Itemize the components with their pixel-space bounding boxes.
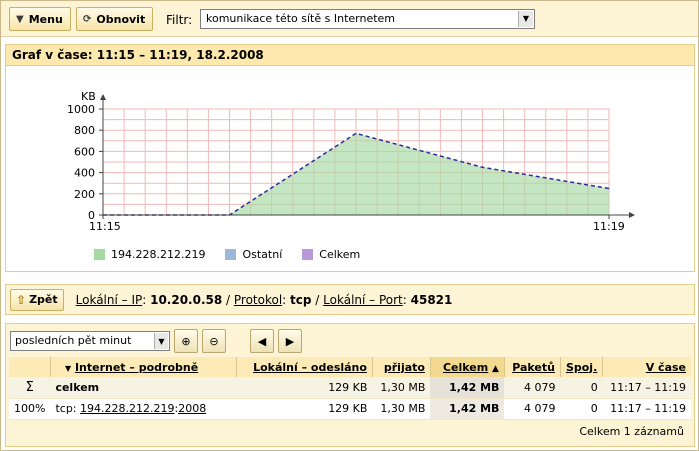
row-host-link[interactable]: 194.228.212.219: [80, 402, 174, 415]
top-toolbar: ▼ Menu ⟳ Obnovit Filtr: komunikace této …: [1, 1, 698, 37]
column-header-label: V čase: [645, 360, 686, 374]
legend-item: 194.228.212.219: [94, 248, 205, 261]
legend-label: Ostatní: [242, 248, 283, 261]
column-header-internet[interactable]: ▼ Internet – podrobně: [50, 357, 237, 377]
menu-label: Menu: [28, 12, 63, 26]
legend-item: Celkem: [302, 248, 360, 261]
menu-button[interactable]: ▼ Menu: [9, 7, 71, 31]
column-header-received[interactable]: přijato: [372, 357, 431, 377]
record-count: Celkem 1 záznamů: [579, 425, 684, 438]
sigma-icon: Σ: [9, 377, 51, 399]
column-header-label: Celkem: [442, 360, 489, 374]
row-percent: 100%: [9, 398, 51, 420]
chevron-down-icon: ▼: [16, 13, 24, 25]
row-host-cell: tcp: 194.228.212.219:2008: [50, 398, 237, 420]
previous-button[interactable]: ◀: [250, 329, 274, 353]
chevron-down-icon: ▼: [64, 363, 72, 373]
column-header-label: Paketů: [512, 360, 555, 374]
zoom-in-icon: ⊕: [181, 334, 191, 348]
row-total: 1,42 MB: [430, 398, 505, 420]
zoom-out-button[interactable]: ⊖: [202, 329, 226, 353]
table-panel: posledních pět minut ▼ ⊕ ⊖ ◀ ▶ ▼ Interne…: [5, 323, 695, 447]
protocol-link[interactable]: Protokol: [234, 293, 282, 307]
total-received: 1,30 MB: [372, 377, 431, 399]
total-total: 1,42 MB: [430, 377, 505, 399]
row-packets: 4 079: [504, 398, 561, 420]
legend-swatch: [302, 249, 314, 260]
local-port-link[interactable]: Lokální – Port: [323, 293, 403, 307]
row-sent: 129 KB: [236, 398, 373, 420]
local-ip-link[interactable]: Lokální – IP: [76, 293, 143, 307]
row-connections: 0: [560, 398, 603, 420]
total-label: celkem: [50, 377, 237, 399]
legend-swatch: [94, 249, 105, 260]
total-packets: 4 079: [504, 377, 561, 399]
legend-label: 194.228.212.219: [111, 248, 206, 261]
zoom-out-icon: ⊖: [209, 334, 219, 348]
legend-swatch: [225, 249, 237, 260]
column-header-sent[interactable]: Lokální – odesláno: [236, 357, 373, 377]
table-row: 100% tcp: 194.228.212.219:2008 129 KB 1,…: [9, 398, 691, 420]
graph-panel: [5, 66, 695, 272]
column-header-label: Lokální – odesláno: [253, 360, 367, 374]
sort-ascending-icon: ▲: [492, 363, 499, 374]
column-header-total[interactable]: Celkem ▲: [430, 357, 505, 377]
table-header-row: ▼ Internet – podrobně Lokální – odesláno…: [9, 357, 691, 377]
chevron-down-icon: ▼: [154, 333, 168, 349]
refresh-button[interactable]: ⟳ Obnovit: [76, 7, 153, 31]
refresh-icon: ⟳: [83, 13, 92, 25]
row-protocol: tcp:: [55, 402, 77, 415]
time-range-select[interactable]: posledních pět minut ▼: [10, 331, 170, 351]
back-button[interactable]: ⇧ Zpět: [10, 288, 64, 311]
graph-title: Graf v čase: 11:15 – 11:19, 18.2.2008: [5, 44, 695, 66]
column-header-blank: [9, 357, 51, 377]
chevron-down-icon: ▼: [518, 11, 533, 27]
time-range-value: posledních pět minut: [15, 334, 132, 347]
row-time: 11:17 – 11:19: [602, 398, 691, 420]
total-connections: 0: [560, 377, 603, 399]
back-label: Zpět: [29, 293, 58, 306]
legend-item: Ostatní: [225, 248, 282, 261]
column-header-label: přijato: [383, 360, 425, 374]
column-header-time[interactable]: V čase: [602, 357, 691, 377]
arrow-up-icon: ⇧: [16, 292, 27, 307]
column-header-packets[interactable]: Paketů: [504, 357, 561, 377]
legend-label: Celkem: [319, 248, 361, 261]
next-button[interactable]: ▶: [278, 329, 302, 353]
local-ip-value: 10.20.0.58: [150, 292, 223, 307]
connection-breadcrumb: Lokální – IP: 10.20.0.58 / Protokol: tcp…: [75, 292, 453, 307]
column-header-connections[interactable]: Spoj.: [560, 357, 604, 377]
column-header-label: Internet – podrobně: [74, 360, 199, 374]
total-sent: 129 KB: [236, 377, 373, 399]
zoom-in-button[interactable]: ⊕: [174, 329, 198, 353]
refresh-label: Obnovit: [96, 12, 146, 26]
chart-legend: 194.228.212.219 Ostatní Celkem: [94, 248, 360, 261]
protocol-value: tcp: [290, 292, 312, 307]
connection-bar: ⇧ Zpět Lokální – IP: 10.20.0.58 / Protok…: [5, 284, 695, 315]
filter-value: komunikace této sítě s Internetem: [206, 12, 396, 25]
triangle-left-icon: ◀: [257, 334, 267, 348]
column-header-label: Spoj.: [565, 360, 598, 374]
total-time: 11:17 – 11:19: [602, 377, 691, 399]
row-port-link[interactable]: 2008: [178, 402, 206, 415]
filter-select[interactable]: komunikace této sítě s Internetem ▼: [200, 9, 535, 29]
traffic-table: ▼ Internet – podrobně Lokální – odesláno…: [9, 357, 691, 420]
table-total-row: Σ celkem 129 KB 1,30 MB 1,42 MB 4 079 0 …: [9, 377, 691, 399]
triangle-right-icon: ▶: [285, 334, 295, 348]
filter-label: Filtr:: [166, 13, 193, 27]
row-received: 1,30 MB: [372, 398, 431, 420]
local-port-value: 45821: [410, 292, 453, 307]
